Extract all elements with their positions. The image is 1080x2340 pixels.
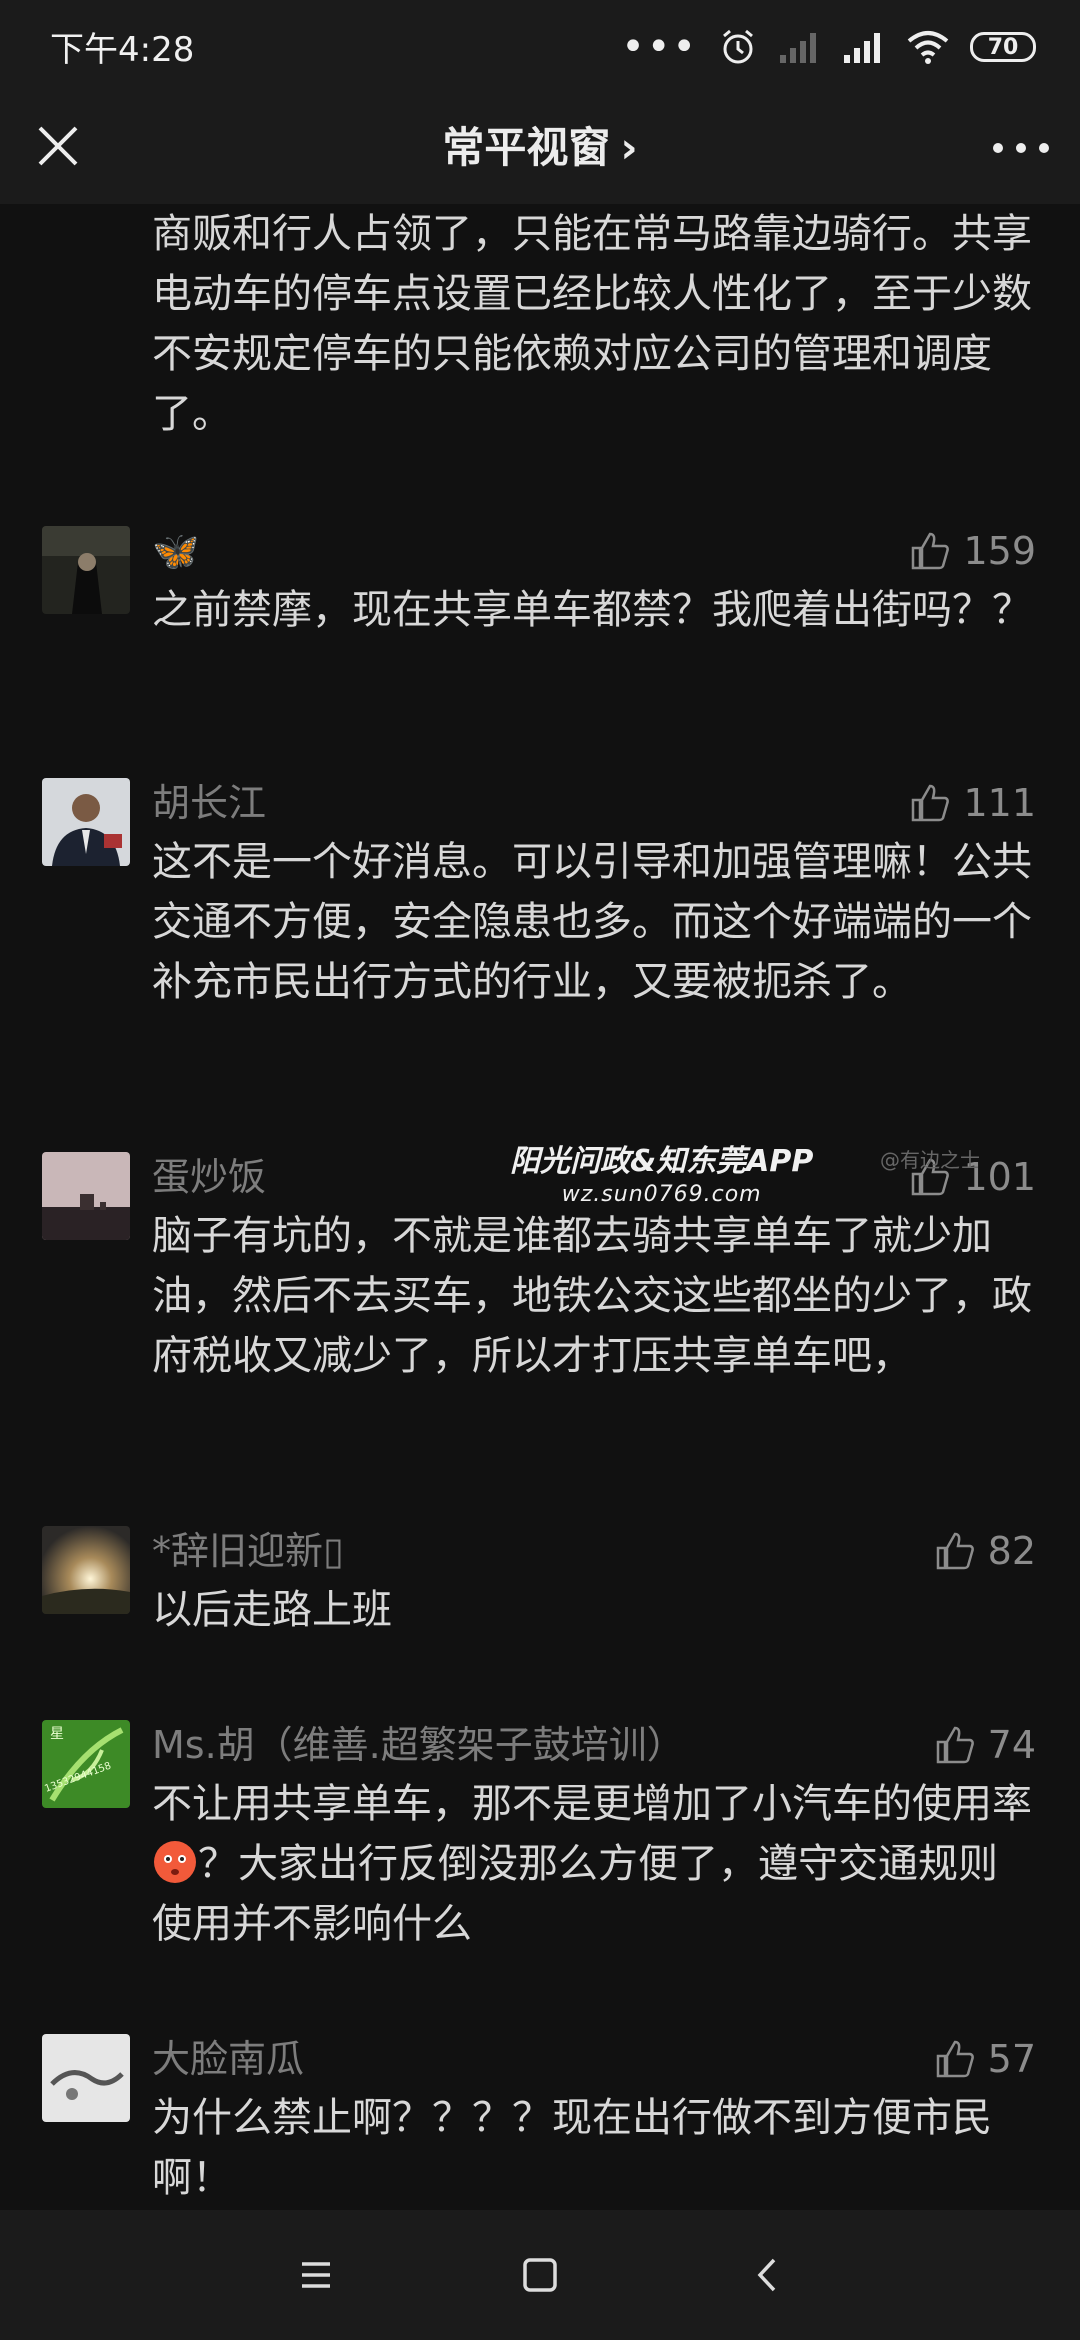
like-button[interactable]: 111 — [909, 778, 1036, 828]
avatar[interactable] — [42, 778, 130, 866]
blush-emoji-icon — [154, 1841, 196, 1883]
author-name[interactable]: *辞旧迎新▯ — [152, 1526, 344, 1576]
page-title[interactable]: 常平视窗 › — [0, 114, 1080, 175]
watermark-handle: @有边之士 — [880, 1148, 980, 1172]
author-name[interactable]: 蛋炒饭 — [152, 1152, 266, 1202]
avatar-char: 星 — [50, 1726, 64, 1742]
like-icon — [912, 532, 950, 570]
status-icons: ••• 70 — [621, 22, 1036, 72]
like-count: 82 — [987, 1529, 1036, 1573]
author-name[interactable]: Ms.胡（维善.超繁架子鼓培训） — [152, 1720, 685, 1770]
comment-text: 脑子有坑的，不就是谁都去骑共享单车了就少加油，然后不去买车，地铁公交这些都坐的少… — [152, 1213, 1032, 1379]
more-status-icon: ••• — [621, 24, 698, 70]
like-icon — [936, 2040, 974, 2078]
avatar[interactable] — [42, 2034, 130, 2122]
comment-text: 这不是一个好消息。可以引导和加强管理嘛！公共交通不方便，安全隐患也多。而这个好端… — [152, 839, 1032, 1005]
like-icon — [912, 784, 950, 822]
home-icon[interactable] — [510, 2250, 570, 2300]
avatar[interactable] — [42, 526, 130, 614]
status-time: 下午4:28 — [50, 30, 195, 70]
comment-text: 不让用共享单车，那不是更增加了小汽车的使用率 ？大家出行反倒没那么方便了，遵守交… — [152, 1774, 1032, 1954]
more-icon[interactable] — [986, 120, 1056, 176]
avatar[interactable] — [42, 1152, 130, 1240]
comment-text: 以后走路上班 — [152, 1587, 392, 1633]
watermark: 阳光问政&知东莞APP wz.sun0769.com — [510, 1136, 813, 1207]
title-bar: 常平视窗 › — [0, 92, 1080, 204]
comment-text: 为什么禁止啊？？？？现在出行做不到方便市民啊！ — [152, 2095, 992, 2201]
like-count: 57 — [987, 2037, 1036, 2081]
comment-list[interactable]: 商贩和行人占领了，只能在常马路靠边骑行。共享电动车的停车点设置已经比较人性化了，… — [0, 204, 1080, 2210]
battery-indicator: 70 — [970, 32, 1036, 62]
avatar[interactable]: 星 13532944158 — [42, 1720, 130, 1808]
system-nav-bar — [0, 2210, 1080, 2340]
chevron-right-icon: › — [620, 123, 638, 172]
like-button[interactable]: 159 — [909, 526, 1036, 576]
signal-weak-icon — [780, 33, 816, 63]
comment-text: 之前禁摩，现在共享单车都禁？我爬着出街吗？？ — [152, 587, 1032, 633]
comment-text-continued: 商贩和行人占领了，只能在常马路靠边骑行。共享电动车的停车点设置已经比较人性化了，… — [152, 211, 1032, 437]
comment-text-part: ？大家出行反倒没那么方便了，遵守交通规则使用并不影响什么 — [152, 1841, 998, 1947]
author-name[interactable]: 大脸南瓜 — [152, 2034, 304, 2084]
back-icon[interactable] — [738, 2250, 798, 2300]
like-count: 74 — [987, 1723, 1036, 1767]
menu-icon[interactable] — [286, 2250, 346, 2300]
avatar[interactable] — [42, 1526, 130, 1614]
like-button[interactable]: 57 — [934, 2034, 1036, 2084]
like-icon — [936, 1726, 974, 1764]
comment-text-part: 不让用共享单车，那不是更增加了小汽车的使用率 — [152, 1781, 1032, 1827]
like-button[interactable]: 82 — [934, 1526, 1036, 1576]
author-name[interactable]: 🦋 — [152, 526, 199, 576]
watermark-url: wz.sun0769.com — [561, 1182, 762, 1207]
signal-icon — [844, 33, 880, 63]
wifi-icon — [907, 31, 949, 64]
watermark-title: 阳光问政&知东莞APP — [510, 1144, 814, 1179]
like-count: 159 — [963, 529, 1036, 573]
status-bar: 下午4:28 ••• 70 — [0, 0, 1080, 92]
like-count: 111 — [963, 781, 1036, 825]
author-name[interactable]: 胡长江 — [152, 778, 266, 828]
like-icon — [936, 1532, 974, 1570]
page-title-text: 常平视窗 — [442, 123, 611, 172]
like-button[interactable]: 74 — [934, 1720, 1036, 1770]
alarm-icon — [723, 29, 753, 64]
